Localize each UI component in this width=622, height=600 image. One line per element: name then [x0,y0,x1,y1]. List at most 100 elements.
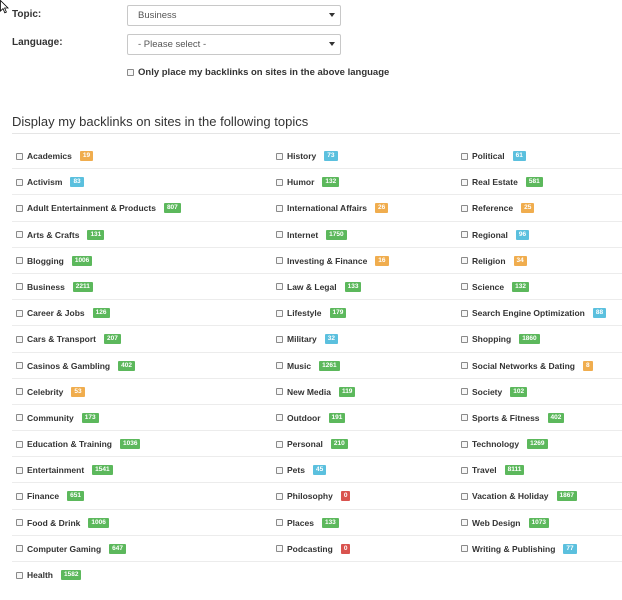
topic-option[interactable]: Activism 83 [16,169,84,195]
topic-checkbox[interactable] [461,414,468,422]
topic-option[interactable]: Writing & Publishing 77 [461,536,577,562]
topic-checkbox[interactable] [461,388,468,396]
topic-option[interactable]: Web Design 1073 [461,510,549,536]
topic-checkbox[interactable] [461,309,468,317]
topic-checkbox[interactable] [276,414,283,422]
topic-checkbox[interactable] [276,335,283,343]
topic-checkbox[interactable] [16,309,23,317]
topic-checkbox[interactable] [276,440,283,448]
topic-option[interactable]: Academics 19 [16,143,94,169]
topic-checkbox[interactable] [461,362,468,369]
topic-checkbox[interactable] [276,178,283,186]
topic-option[interactable]: Philosophy 0 [276,483,351,509]
topic-checkbox[interactable] [16,492,23,500]
topic-option[interactable]: Finance 651 [16,483,84,509]
topic-option[interactable]: Personal 210 [276,431,348,457]
topic-option[interactable]: Travel 8111 [461,457,525,483]
topic-option[interactable]: Outdoor 191 [276,405,346,431]
topic-checkbox[interactable] [461,545,468,553]
topic-option[interactable]: Shopping 1860 [461,326,540,352]
topic-checkbox[interactable] [276,309,283,317]
topic-checkbox[interactable] [16,204,23,212]
topic-checkbox[interactable] [16,152,23,160]
topic-option[interactable]: Podcasting 0 [276,536,351,562]
topic-checkbox[interactable] [276,152,283,160]
topic-option[interactable]: Celebrity 53 [16,379,85,405]
topic-option[interactable]: Law & Legal 133 [276,274,362,300]
topic-option[interactable]: Education & Training 1036 [16,431,141,457]
topic-option[interactable]: Music 1261 [276,353,340,379]
topic-option[interactable]: Technology 1269 [461,431,548,457]
topic-option[interactable]: Reference 25 [461,195,535,221]
topic-option[interactable]: Community 173 [16,405,99,431]
topic-checkbox[interactable] [16,414,23,422]
topic-checkbox[interactable] [276,362,283,369]
topic-checkbox[interactable] [276,492,283,500]
topic-checkbox[interactable] [16,519,23,527]
topic-option[interactable]: Military 32 [276,326,338,352]
topic-option[interactable]: Computer Gaming 647 [16,536,127,562]
topic-checkbox[interactable] [276,231,283,239]
topic-option[interactable]: Search Engine Optimization 88 [461,300,607,326]
language-select[interactable]: - Please select - [127,34,341,55]
language-only-checkbox[interactable] [127,68,134,76]
topic-checkbox[interactable] [16,257,23,265]
topic-checkbox[interactable] [461,178,468,186]
topic-option[interactable]: Sports & Fitness 402 [461,405,565,431]
topic-checkbox[interactable] [16,335,23,343]
topic-option[interactable]: Blogging 1006 [16,248,93,274]
topic-option[interactable]: Internet 1750 [276,222,347,248]
topic-checkbox[interactable] [276,466,283,474]
topic-checkbox[interactable] [276,545,283,553]
topic-option[interactable]: Business 2211 [16,274,93,300]
topic-checkbox[interactable] [16,545,23,553]
topic-checkbox[interactable] [461,466,468,474]
topic-option[interactable]: Investing & Finance 16 [276,248,389,274]
topic-checkbox[interactable] [461,204,468,212]
topic-checkbox[interactable] [461,440,468,448]
topic-option[interactable]: Casinos & Gambling 402 [16,353,135,379]
topic-checkbox[interactable] [276,257,283,265]
topic-option[interactable]: Arts & Crafts 131 [16,222,105,248]
topic-option[interactable]: Pets 45 [276,457,327,483]
topic-option[interactable]: Vacation & Holiday 1867 [461,483,577,509]
topic-option[interactable]: Real Estate 581 [461,169,543,195]
topic-checkbox[interactable] [16,178,23,186]
topic-checkbox[interactable] [16,362,23,369]
topic-option[interactable]: Humor 132 [276,169,340,195]
topic-option[interactable]: New Media 119 [276,379,356,405]
topic-checkbox[interactable] [276,388,283,396]
topic-checkbox[interactable] [16,440,23,448]
topic-option[interactable]: Regional 96 [461,222,530,248]
topic-checkbox[interactable] [16,388,23,396]
topic-option[interactable]: Society 102 [461,379,528,405]
topic-checkbox[interactable] [461,257,468,265]
topic-checkbox[interactable] [461,519,468,527]
topic-option[interactable]: Lifestyle 179 [276,300,347,326]
topic-checkbox[interactable] [16,571,23,579]
topic-checkbox[interactable] [276,519,283,527]
topic-checkbox[interactable] [461,231,468,239]
topic-select[interactable]: Business [127,5,341,26]
topic-checkbox[interactable] [461,492,468,500]
topic-checkbox[interactable] [461,335,468,343]
topic-option[interactable]: Health 1582 [16,562,82,588]
topic-option[interactable]: Science 132 [461,274,529,300]
topic-option[interactable]: Political 61 [461,143,526,169]
topic-option[interactable]: Cars & Transport 207 [16,326,121,352]
topic-option[interactable]: Social Networks & Dating 8 [461,353,593,379]
topic-checkbox[interactable] [276,283,283,291]
topic-option[interactable]: History 73 [276,143,338,169]
topic-checkbox[interactable] [16,283,23,291]
topic-checkbox[interactable] [16,231,23,239]
topic-option[interactable]: Entertainment 1541 [16,457,113,483]
topic-option[interactable]: International Affairs 26 [276,195,389,221]
topic-checkbox[interactable] [276,204,283,212]
topic-option[interactable]: Food & Drink 1006 [16,510,109,536]
topic-checkbox[interactable] [461,283,468,291]
topic-option[interactable]: Religion 34 [461,248,527,274]
topic-option[interactable]: Career & Jobs 126 [16,300,110,326]
topic-checkbox[interactable] [16,466,23,474]
topic-option[interactable]: Places 133 [276,510,339,536]
topic-option[interactable]: Adult Entertainment & Products 807 [16,195,181,221]
